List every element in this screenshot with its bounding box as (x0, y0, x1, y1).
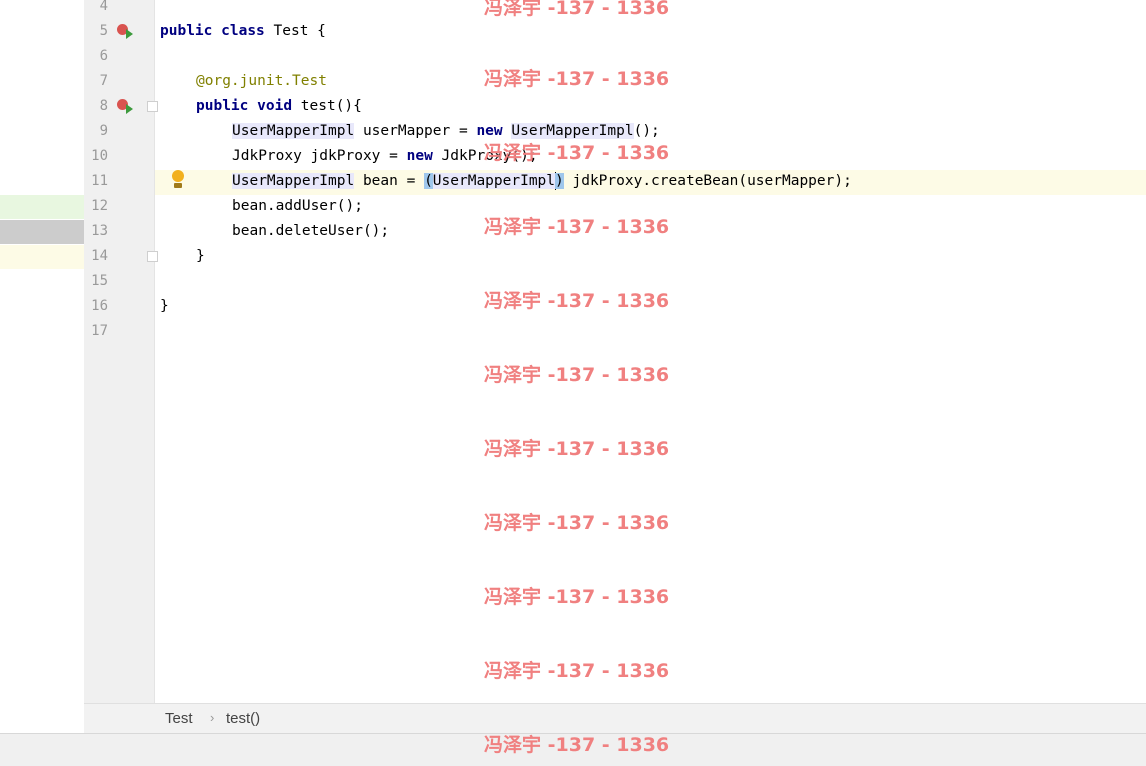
change-marker-modified (0, 220, 84, 244)
run-class-icon[interactable] (117, 24, 137, 40)
change-marker-caret (0, 245, 84, 269)
code-line-8: public void test(){ (196, 94, 362, 119)
code-line-10: JdkProxy jdkProxy = new JdkProxy(); (232, 144, 538, 169)
code-text: (); (633, 123, 660, 139)
line-number: 17 (91, 323, 108, 339)
line-number: 6 (99, 48, 108, 64)
line-number: 5 (99, 23, 108, 39)
breadcrumb: Test › test() (84, 703, 1146, 734)
matched-paren: ) (555, 173, 564, 189)
keyword: new (406, 148, 433, 164)
line-number: 15 (91, 273, 108, 289)
line-number: 11 (91, 173, 108, 189)
type-usage-highlight: UserMapperImpl (232, 123, 355, 139)
code-line-12: bean.addUser(); (232, 198, 363, 214)
breadcrumb-class[interactable]: Test (165, 710, 193, 727)
fold-method-icon[interactable] (147, 101, 158, 112)
code-text: Test { (264, 23, 326, 39)
keyword: public (196, 98, 249, 114)
cast-type-highlight: UserMapperImpl (432, 173, 556, 189)
line-number: 8 (99, 98, 108, 114)
code-line-9: UserMapperImpl userMapper = new UserMapp… (232, 119, 660, 144)
code-text: bean = (354, 173, 425, 189)
keyword: public (160, 23, 213, 39)
code-line-11[interactable]: UserMapperImpl bean = (UserMapperImpl) j… (232, 169, 852, 194)
code-text: test(){ (292, 98, 362, 114)
code-line-14: } (196, 248, 205, 264)
line-number: 10 (91, 148, 108, 164)
line-number: 4 (99, 0, 108, 14)
line-number: 13 (91, 223, 108, 239)
type-usage-highlight: UserMapperImpl (511, 123, 634, 139)
annotation-prefix: @org.junit. (196, 73, 293, 89)
fold-end-icon[interactable] (147, 251, 158, 262)
code-text: jdkProxy.createBean(userMapper); (563, 173, 852, 189)
line-number: 7 (99, 73, 108, 89)
line-number: 16 (91, 298, 108, 314)
code-line-16: } (160, 298, 169, 314)
keyword: void (257, 98, 293, 114)
breadcrumb-separator: › (210, 710, 215, 725)
code-line-13: bean.deleteUser(); (232, 223, 390, 239)
code-text: JdkProxy jdkProxy = (232, 148, 407, 164)
code-line-5: public class Test { (160, 19, 326, 44)
run-test-icon[interactable] (117, 99, 137, 115)
code-line-7: @org.junit.Test (196, 69, 327, 94)
line-number: 9 (99, 123, 108, 139)
status-bar (0, 733, 1146, 766)
change-marker-added (0, 195, 84, 219)
annotation-name: Test (292, 73, 327, 89)
type-usage-highlight: UserMapperImpl (232, 173, 355, 189)
line-number: 12 (91, 198, 108, 214)
code-text: JdkProxy(); (432, 148, 538, 164)
line-number: 14 (91, 248, 108, 264)
code-text: userMapper = (354, 123, 477, 139)
matched-paren: ( (424, 173, 433, 189)
keyword: new (476, 123, 503, 139)
lightbulb-icon[interactable] (171, 170, 185, 190)
left-tool-strip (0, 0, 84, 733)
keyword: class (221, 23, 265, 39)
breadcrumb-method[interactable]: test() (226, 710, 260, 727)
